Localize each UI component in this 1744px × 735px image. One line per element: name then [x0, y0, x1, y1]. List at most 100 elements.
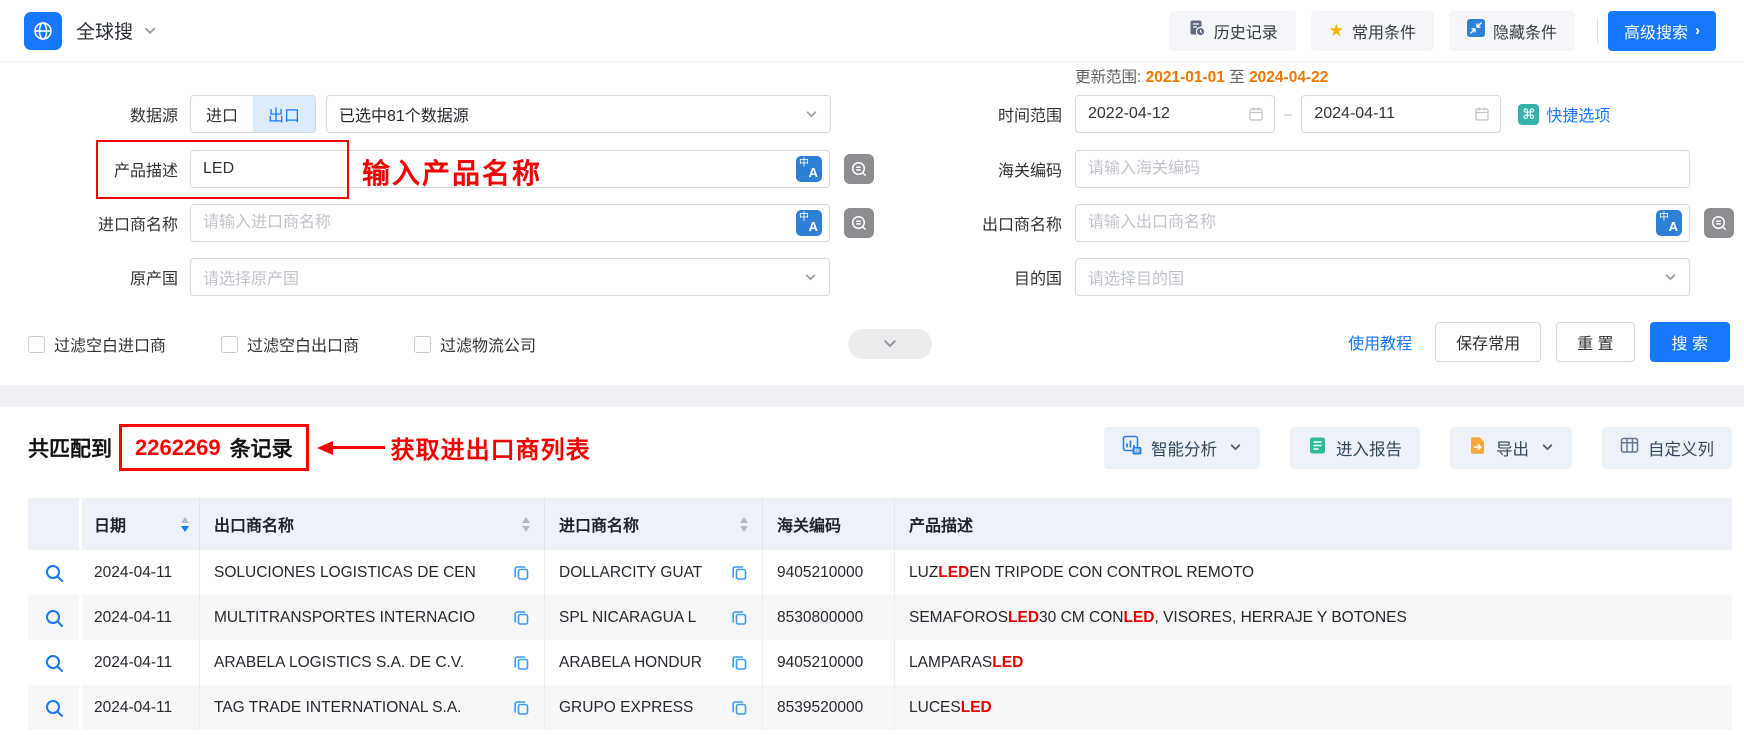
tutorial-link[interactable]: 使用教程: [1348, 330, 1412, 354]
search-form: 更新范围: 2021-01-01 至 2024-04-22 数据源 进口 出口 …: [0, 62, 1744, 385]
translate-icon[interactable]: 中A: [1656, 210, 1682, 236]
cell-date: 2024-04-11: [82, 640, 200, 685]
filter-checkbox[interactable]: 过滤空白出口商: [221, 332, 359, 356]
search-button[interactable]: 搜 索: [1650, 322, 1730, 362]
header-importer[interactable]: 进口商名称: [545, 498, 763, 550]
exact-match-icon[interactable]: [1704, 208, 1734, 238]
translate-icon[interactable]: 中A: [796, 156, 822, 182]
results-section: 共匹配到 2262269 条记录 获取进出口商列表 BI 智能分析 进入报告 导…: [0, 424, 1744, 730]
sort-icons[interactable]: [740, 517, 748, 532]
sort-icons[interactable]: [522, 517, 530, 532]
title-chevron-down-icon[interactable]: [143, 24, 157, 38]
table-row: 2024-04-11 MULTITRANSPORTES INTERNACIO S…: [28, 595, 1732, 640]
star-icon: ★: [1329, 22, 1344, 39]
copy-icon[interactable]: [731, 654, 748, 671]
copy-icon[interactable]: [513, 699, 530, 716]
date-to-input[interactable]: 2024-04-11: [1301, 95, 1501, 133]
annotation-text: 输入产品名称: [362, 152, 542, 192]
annotation-arrow-icon: [317, 441, 333, 455]
calendar-icon: [1248, 106, 1264, 122]
export-icon: [1468, 436, 1487, 460]
checkbox-box-icon[interactable]: [221, 336, 238, 353]
form-collapse-button[interactable]: [848, 329, 932, 359]
history-button[interactable]: 历史记录: [1170, 11, 1296, 51]
advanced-search-button[interactable]: 高级搜索 ›: [1608, 11, 1716, 51]
columns-button[interactable]: 自定义列: [1602, 427, 1732, 469]
favorites-button[interactable]: ★ 常用条件: [1311, 11, 1434, 51]
svg-text:BI: BI: [1134, 449, 1140, 455]
chevron-down-icon[interactable]: [1541, 441, 1554, 454]
copy-icon[interactable]: [731, 609, 748, 626]
results-annotation: 获取进出口商列表: [391, 430, 591, 465]
reset-button[interactable]: 重 置: [1556, 322, 1634, 362]
cell-exporter[interactable]: SOLUCIONES LOGISTICAS DE CEN: [214, 564, 476, 582]
cell-exporter[interactable]: MULTITRANSPORTES INTERNACIO: [214, 609, 475, 627]
header-hs-code: 海关编码: [763, 498, 895, 550]
cell-date: 2024-04-11: [82, 550, 200, 595]
report-button[interactable]: 进入报告: [1290, 427, 1420, 469]
result-actions: BI 智能分析 进入报告 导出 自定义列: [1104, 427, 1732, 469]
copy-icon[interactable]: [513, 609, 530, 626]
row-search-icon[interactable]: [44, 698, 64, 718]
header-search-column: [28, 498, 82, 550]
exporter-input[interactable]: [1075, 204, 1690, 242]
export-button[interactable]: 导出: [1450, 427, 1572, 469]
hs-code-input[interactable]: [1075, 150, 1690, 188]
results-table: 日期 出口商名称 进口商名称 海关编码 产品描述: [28, 498, 1732, 730]
bi-analysis-button[interactable]: BI 智能分析: [1104, 427, 1260, 469]
cell-hs-code: 9405210000: [763, 550, 895, 595]
table-row: 2024-04-11 ARABELA LOGISTICS S.A. DE C.V…: [28, 640, 1732, 685]
destination-select[interactable]: 请选择目的国: [1075, 258, 1690, 296]
translate-icon[interactable]: 中A: [796, 210, 822, 236]
chevron-down-icon[interactable]: [1229, 441, 1242, 454]
history-icon: [1188, 19, 1206, 42]
cell-exporter[interactable]: ARABELA LOGISTICS S.A. DE C.V.: [214, 654, 464, 672]
chevron-down-icon: [805, 108, 818, 121]
cell-importer[interactable]: DOLLARCITY GUAT: [559, 564, 702, 582]
header-product-desc: 产品描述: [895, 498, 1732, 550]
exact-match-icon[interactable]: [844, 208, 874, 238]
quick-options-link[interactable]: ⌘ 快捷选项: [1518, 102, 1610, 126]
checkbox-box-icon[interactable]: [28, 336, 45, 353]
calendar-icon: [1474, 106, 1490, 122]
row-search-icon[interactable]: [44, 653, 64, 673]
hide-conditions-button[interactable]: 隐藏条件: [1449, 11, 1575, 51]
date-from-input[interactable]: 2022-04-12: [1075, 95, 1275, 133]
filter-checkbox[interactable]: 过滤空白进口商: [28, 332, 166, 356]
origin-select[interactable]: 请选择原产国: [190, 258, 830, 296]
cell-exporter[interactable]: TAG TRADE INTERNATIONAL S.A.: [214, 699, 461, 717]
table-row: 2024-04-11 SOLUCIONES LOGISTICAS DE CEN …: [28, 550, 1732, 595]
cell-importer[interactable]: GRUPO EXPRESS: [559, 699, 693, 717]
cell-importer[interactable]: ARABELA HONDUR: [559, 654, 702, 672]
toggle-import[interactable]: 进口: [191, 96, 253, 132]
collapse-icon: [1467, 19, 1485, 42]
checkbox-box-icon[interactable]: [414, 336, 431, 353]
cell-product-desc: SEMAFOROS LED 30 CM CON LED, VISORES, HE…: [895, 595, 1732, 640]
columns-icon: [1620, 436, 1639, 460]
sort-icons[interactable]: [181, 517, 189, 532]
importer-input[interactable]: [190, 204, 830, 242]
copy-icon[interactable]: [731, 699, 748, 716]
hs-code-label: 海关编码: [920, 157, 1062, 181]
cell-product-desc: LUCES LED: [895, 685, 1732, 730]
update-from-date: 2021-01-01: [1146, 69, 1225, 86]
header-exporter[interactable]: 出口商名称: [200, 498, 545, 550]
toggle-export[interactable]: 出口: [253, 96, 315, 132]
copy-icon[interactable]: [731, 564, 748, 581]
cell-hs-code: 8530800000: [763, 595, 895, 640]
copy-icon[interactable]: [513, 564, 530, 581]
row-search-icon[interactable]: [44, 608, 64, 628]
header-date[interactable]: 日期: [82, 498, 200, 550]
origin-label: 原产国: [28, 265, 178, 289]
row-search-icon[interactable]: [44, 563, 64, 583]
exporter-label: 出口商名称: [920, 211, 1062, 235]
copy-icon[interactable]: [513, 654, 530, 671]
save-favorite-button[interactable]: 保存常用: [1435, 322, 1541, 362]
exact-match-icon[interactable]: [844, 154, 874, 184]
data-source-select[interactable]: 已选中81个数据源: [326, 95, 831, 133]
filter-checkboxes: 过滤空白进口商 过滤空白出口商 过滤物流公司: [28, 325, 536, 363]
table-row: 2024-04-11 TAG TRADE INTERNATIONAL S.A. …: [28, 685, 1732, 730]
filter-checkbox[interactable]: 过滤物流公司: [414, 332, 536, 356]
cell-importer[interactable]: SPL NICARAGUA L: [559, 609, 696, 627]
table-header: 日期 出口商名称 进口商名称 海关编码 产品描述: [28, 498, 1732, 550]
